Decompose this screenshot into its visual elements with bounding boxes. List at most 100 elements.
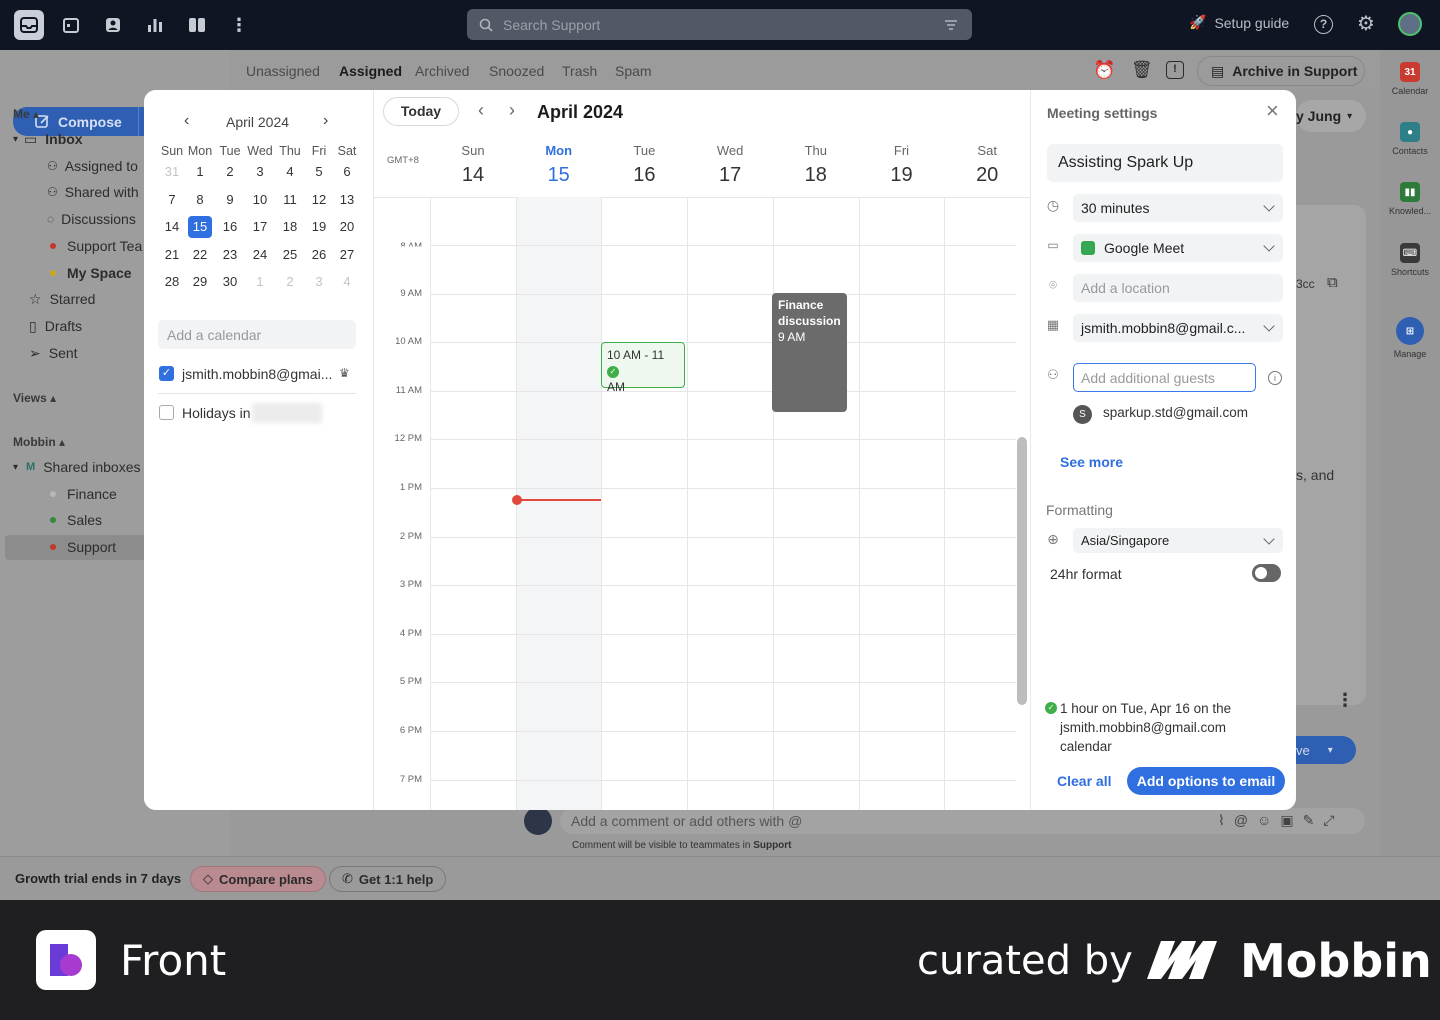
proposed-slot-event[interactable]: 10 AM - 11 ✓ AM — [601, 342, 685, 394]
mini-day-cell[interactable]: 2 — [278, 271, 302, 293]
settings-gear-icon[interactable]: ⚙ — [1355, 13, 1377, 35]
tab-trash[interactable]: Trash — [562, 63, 597, 79]
sidebar-item-starred[interactable]: ☆ Starred — [29, 287, 95, 311]
mini-day-cell[interactable]: 24 — [248, 244, 272, 266]
day-header-sat[interactable]: Sat 20 — [944, 143, 1030, 187]
compare-plans-button[interactable]: ◇ Compare plans — [190, 866, 326, 892]
day-header-wed[interactable]: Wed 17 — [687, 143, 773, 187]
mini-day-cell[interactable]: 3 — [307, 271, 331, 293]
section-me[interactable]: Me ▴ — [13, 107, 39, 121]
setup-guide-link[interactable]: 🚀 Setup guide — [1189, 14, 1289, 31]
rail-shortcuts[interactable]: ⌨ Shortcuts — [1380, 243, 1440, 277]
get-help-button[interactable]: ✆ Get 1:1 help — [329, 866, 447, 892]
conference-select[interactable]: Google Meet — [1073, 234, 1283, 262]
more-apps-icon[interactable]: ⋮ — [224, 10, 254, 40]
mini-day-cell[interactable]: 4 — [278, 161, 302, 183]
mini-day-cell[interactable]: 16 — [218, 216, 242, 238]
mini-day-cell[interactable]: 22 — [188, 244, 212, 266]
see-more-link[interactable]: See more — [1060, 454, 1123, 470]
mini-day-cell[interactable]: 9 — [218, 189, 242, 211]
user-avatar[interactable] — [1398, 12, 1422, 36]
today-button[interactable]: Today — [383, 97, 459, 126]
inbox-icon[interactable] — [14, 10, 44, 40]
search-input[interactable]: Search Support — [503, 17, 600, 33]
mini-day-cell[interactable]: 1 — [188, 161, 212, 183]
mini-day-cell[interactable]: 29 — [188, 271, 212, 293]
day-header-thu[interactable]: Thu 18 — [773, 143, 859, 187]
knowledge-base-icon[interactable] — [182, 10, 212, 40]
mini-day-cell[interactable]: 8 — [188, 189, 212, 211]
tab-snoozed[interactable]: Snoozed — [489, 63, 544, 79]
hour-format-toggle[interactable] — [1252, 564, 1281, 582]
mini-day-cell[interactable]: 10 — [248, 189, 272, 211]
mini-day-cell[interactable]: 17 — [248, 216, 272, 238]
mini-day-cell[interactable]: 19 — [307, 216, 331, 238]
bcc-link[interactable]: 3cc — [1296, 277, 1315, 291]
calendar-checkbox-checked[interactable]: ✓ — [159, 366, 174, 381]
popout-icon[interactable]: ⧉ — [1327, 274, 1338, 291]
mini-day-cell[interactable]: 14 — [160, 216, 184, 238]
sidebar-item-sales[interactable]: Sales — [50, 508, 102, 532]
mini-day-cell[interactable]: 3 — [248, 161, 272, 183]
location-input[interactable]: Add a location — [1073, 274, 1283, 302]
rail-knowledge[interactable]: ▮▮ Knowled... — [1380, 182, 1440, 216]
mini-day-cell[interactable]: 18 — [278, 216, 302, 238]
mini-day-cell[interactable]: 12 — [307, 189, 331, 211]
sidebar-item-shared[interactable]: ⚇ Shared with — [47, 180, 139, 204]
next-week-chevron-icon[interactable]: › — [509, 100, 515, 121]
sidebar-item-discussions[interactable]: ◌ Discussions — [47, 207, 136, 231]
tab-assigned[interactable]: Assigned — [339, 63, 402, 79]
day-header-tue[interactable]: Tue 16 — [601, 143, 687, 187]
search-bar[interactable]: Search Support — [467, 9, 972, 40]
mini-day-cell[interactable]: 13 — [335, 189, 359, 211]
clear-all-button[interactable]: Clear all — [1057, 773, 1111, 789]
mini-day-cell[interactable]: 20 — [335, 216, 359, 238]
mini-day-cell[interactable]: 1 — [248, 271, 272, 293]
more-options-icon[interactable]: ⋮ — [1336, 690, 1354, 711]
mini-day-cell[interactable]: 15 — [188, 216, 212, 238]
sidebar-item-inbox[interactable]: ▾ ▭ Inbox — [13, 127, 83, 151]
scrollbar-thumb[interactable] — [1017, 437, 1027, 705]
tab-archived[interactable]: Archived — [415, 63, 469, 79]
close-icon[interactable]: × — [1266, 100, 1279, 122]
calendar-select[interactable]: jsmith.mobbin8@gmail.c... — [1073, 314, 1283, 342]
sidebar-item-finance[interactable]: Finance — [50, 482, 117, 506]
rail-contacts[interactable]: ● Contacts — [1380, 122, 1440, 156]
add-options-to-email-button[interactable]: Add options to email — [1127, 767, 1285, 795]
mini-day-cell[interactable]: 7 — [160, 189, 184, 211]
spam-alert-icon[interactable]: ! — [1166, 61, 1184, 79]
prev-month-chevron-icon[interactable]: ‹ — [184, 112, 189, 130]
sidebar-item-support[interactable]: Support — [50, 535, 116, 559]
sidebar-item-sent[interactable]: ➢ Sent — [29, 341, 78, 365]
rail-calendar[interactable]: 31 Calendar — [1380, 62, 1440, 96]
mini-day-cell[interactable]: 11 — [278, 189, 302, 211]
mini-day-cell[interactable]: 26 — [307, 244, 331, 266]
timezone-select[interactable]: Asia/Singapore — [1073, 528, 1283, 553]
mini-day-cell[interactable]: 31 — [160, 161, 184, 183]
sidebar-item-drafts[interactable]: ▯ Drafts — [29, 314, 82, 338]
mini-day-cell[interactable]: 23 — [218, 244, 242, 266]
mini-day-cell[interactable]: 27 — [335, 244, 359, 266]
prev-week-chevron-icon[interactable]: ‹ — [478, 100, 484, 121]
calendar-checkbox-unchecked[interactable] — [159, 405, 174, 420]
mini-day-cell[interactable]: 2 — [218, 161, 242, 183]
rail-manage[interactable]: ⊞ Manage — [1380, 317, 1440, 359]
snooze-clock-icon[interactable]: ⏰ — [1093, 60, 1115, 81]
day-header-mon[interactable]: Mon 15 — [516, 143, 602, 187]
finance-discussion-event[interactable]: Finance discussion 9 AM — [772, 293, 847, 412]
contacts-icon[interactable] — [98, 10, 128, 40]
send-button[interactable]: ve ▾ — [1296, 736, 1356, 764]
analytics-icon[interactable] — [140, 10, 170, 40]
duration-select[interactable]: 30 minutes — [1073, 194, 1283, 222]
next-month-chevron-icon[interactable]: › — [323, 112, 328, 130]
tab-unassigned[interactable]: Unassigned — [246, 63, 320, 79]
mini-day-cell[interactable]: 4 — [335, 271, 359, 293]
mini-day-cell[interactable]: 21 — [160, 244, 184, 266]
mini-day-cell[interactable]: 25 — [278, 244, 302, 266]
section-views[interactable]: Views ▴ — [13, 391, 56, 405]
guests-input[interactable]: Add additional guests — [1073, 363, 1256, 392]
info-icon[interactable]: i — [1268, 371, 1282, 385]
sidebar-item-my-space[interactable]: My Space — [50, 261, 132, 285]
sidebar-item-support-team[interactable]: Support Tea — [50, 234, 142, 258]
sidebar-item-shared-inboxes[interactable]: ▾ M Shared inboxes — [13, 455, 141, 479]
